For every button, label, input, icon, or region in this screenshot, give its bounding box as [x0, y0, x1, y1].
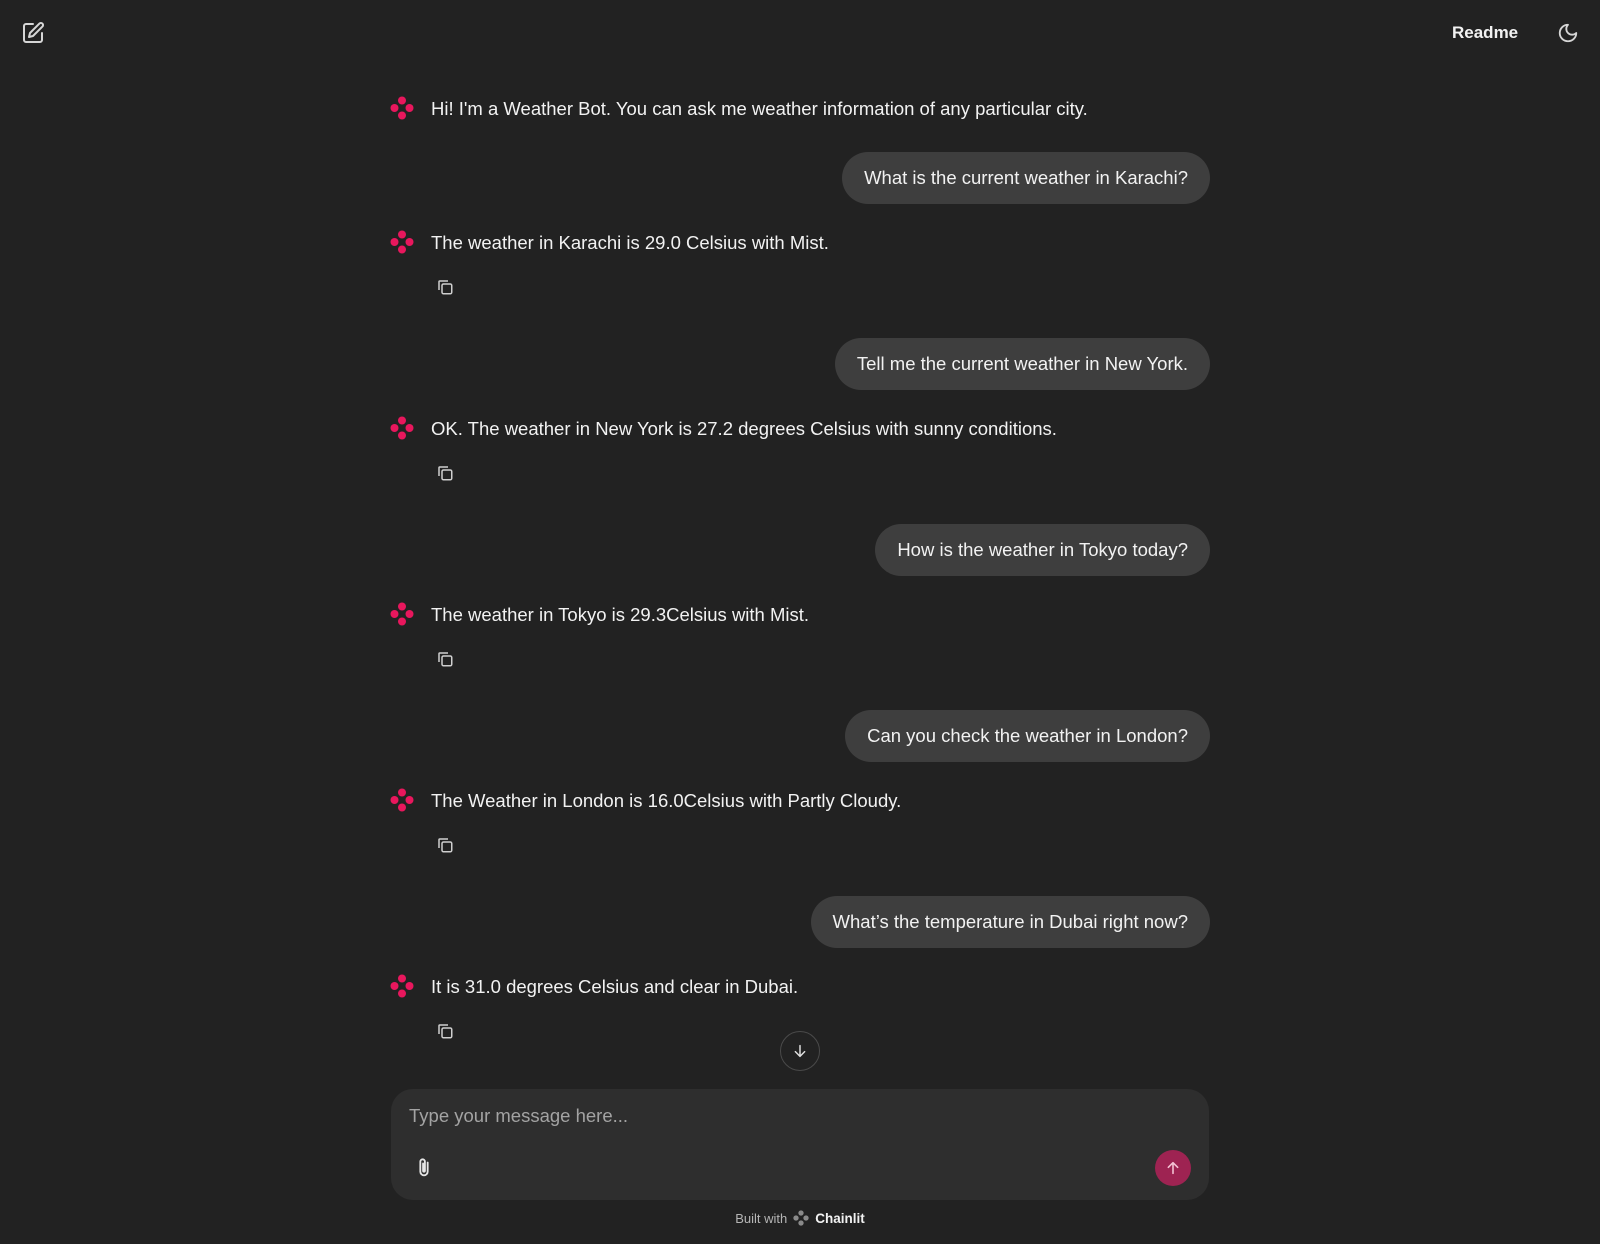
assistant-message-text: It is 31.0 degrees Celsius and clear in … — [431, 976, 799, 997]
user-message-bubble: Can you check the weather in London? — [845, 710, 1210, 762]
assistant-message: OK. The weather in New York is 27.2 degr… — [390, 404, 1210, 524]
user-message: Tell me the current weather in New York. — [390, 338, 1210, 404]
edit-square-icon — [23, 22, 44, 43]
user-message-bubble: How is the weather in Tokyo today? — [875, 524, 1210, 576]
top-bar: Readme — [0, 0, 1600, 66]
assistant-avatar-icon — [390, 230, 414, 254]
assistant-avatar-icon — [390, 974, 414, 998]
copy-button[interactable] — [432, 460, 458, 486]
assistant-avatar-icon — [390, 96, 414, 120]
assistant-message-text: The Weather in London is 16.0Celsius wit… — [431, 790, 902, 811]
assistant-message: Hi! I'm a Weather Bot. You can ask me we… — [390, 84, 1210, 152]
user-message-bubble: Tell me the current weather in New York. — [834, 338, 1210, 390]
readme-button[interactable]: Readme — [1452, 20, 1518, 46]
assistant-message-text: The weather in Tokyo is 29.3Celsius with… — [431, 604, 810, 625]
user-message: What’s the temperature in Dubai right no… — [390, 896, 1210, 962]
assistant-avatar-icon — [390, 602, 414, 626]
copy-button[interactable] — [432, 646, 458, 672]
arrow-down-icon — [794, 1044, 806, 1058]
user-message: How is the weather in Tokyo today? — [390, 524, 1210, 590]
paperclip-icon — [419, 1158, 429, 1177]
copy-icon — [438, 652, 453, 667]
built-with-label: Built with — [735, 1210, 788, 1226]
assistant-message: The Weather in London is 16.0Celsius wit… — [390, 776, 1210, 896]
chainlit-logo-icon — [793, 1210, 809, 1226]
assistant-message-text: OK. The weather in New York is 27.2 degr… — [431, 418, 1057, 439]
user-message: What is the current weather in Karachi? — [390, 152, 1210, 218]
copy-icon — [438, 280, 453, 295]
copy-icon — [438, 466, 453, 481]
assistant-message: The weather in Tokyo is 29.3Celsius with… — [390, 590, 1210, 710]
attach-file-button[interactable] — [409, 1153, 439, 1183]
assistant-message-text: The weather in Karachi is 29.0 Celsius w… — [431, 232, 829, 253]
chat-thread: Hi! I'm a Weather Bot. You can ask me we… — [390, 84, 1210, 1074]
copy-button[interactable] — [432, 832, 458, 858]
theme-toggle-button[interactable] — [1554, 19, 1582, 47]
assistant-avatar-icon — [390, 416, 414, 440]
new-chat-button[interactable] — [18, 18, 48, 48]
arrow-up-icon — [1167, 1161, 1179, 1175]
footer: Built with Chainlit — [0, 1206, 1600, 1230]
message-composer — [391, 1089, 1209, 1200]
assistant-avatar-icon — [390, 788, 414, 812]
copy-button[interactable] — [432, 1018, 458, 1044]
message-input[interactable] — [409, 1101, 1169, 1131]
moon-icon — [1558, 23, 1578, 43]
user-message-bubble: What’s the temperature in Dubai right no… — [810, 896, 1210, 948]
send-button[interactable] — [1155, 1150, 1191, 1186]
user-message-bubble: What is the current weather in Karachi? — [842, 152, 1210, 204]
chainlit-brand-link[interactable]: Chainlit — [815, 1211, 865, 1226]
scroll-to-bottom-button[interactable] — [780, 1031, 820, 1071]
copy-icon — [438, 1024, 453, 1039]
copy-button[interactable] — [432, 274, 458, 300]
copy-icon — [438, 838, 453, 853]
user-message: Can you check the weather in London? — [390, 710, 1210, 776]
assistant-message: The weather in Karachi is 29.0 Celsius w… — [390, 218, 1210, 338]
assistant-message-text: Hi! I'm a Weather Bot. You can ask me we… — [431, 98, 1088, 119]
